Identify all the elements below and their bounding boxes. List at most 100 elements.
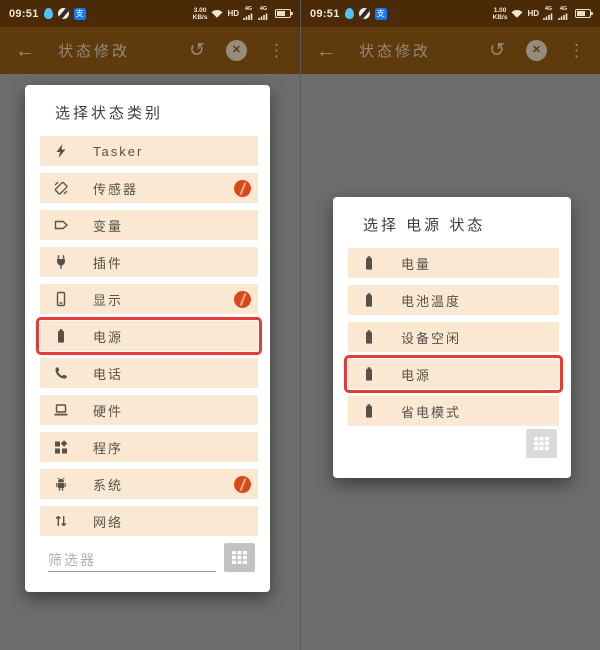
variable-tag-icon xyxy=(54,220,69,230)
laptop-icon xyxy=(54,404,68,416)
back-arrow-icon[interactable]: ← xyxy=(316,41,336,61)
network-arrows-icon xyxy=(55,515,67,527)
speed-unit: KB/s xyxy=(492,13,508,21)
list-item-system[interactable]: 系统 xyxy=(40,469,258,499)
list-item-sensor[interactable]: 传感器 xyxy=(40,173,258,203)
signal-sim1-icon: 4G xyxy=(543,6,554,20)
undo-icon[interactable]: ↺ xyxy=(189,41,205,60)
battery-status-icon xyxy=(575,9,593,18)
list-item-app[interactable]: 程序 xyxy=(40,432,258,462)
battery-icon xyxy=(366,330,372,344)
alipay-icon: 支 xyxy=(374,7,387,20)
screen-right: 09:51 支 1.00 KB/s HD 4G 4G ← 状态修改 ↺ ✕ ⋮ … xyxy=(300,0,600,650)
list-item-display[interactable]: 显示 xyxy=(40,284,258,314)
toolbar-actions: ↺ ✕ ⋮ xyxy=(489,40,585,61)
battery-status-icon xyxy=(275,9,293,18)
list-item-network[interactable]: 网络 xyxy=(40,506,258,536)
back-arrow-icon[interactable]: ← xyxy=(15,41,35,61)
close-circle-icon[interactable]: ✕ xyxy=(526,40,547,61)
list-item-label: 电源 xyxy=(401,367,432,383)
list-item-label: 硬件 xyxy=(93,403,124,419)
signal-sim2-icon: 4G xyxy=(258,6,269,20)
new-indicator-badge xyxy=(234,290,251,308)
status-bar: 09:51 支 3.00 KB/s HD 4G 4G xyxy=(0,0,300,27)
list-item-device-idle[interactable]: 设备空闲 xyxy=(348,322,559,352)
list-item-tasker[interactable]: Tasker xyxy=(40,136,258,166)
list-item-power[interactable]: 电源 xyxy=(344,355,563,393)
notification-circle-icon xyxy=(57,8,69,19)
alipay-icon: 支 xyxy=(73,7,86,20)
clock: 09:51 xyxy=(9,7,39,20)
list-item-label: 传感器 xyxy=(93,181,139,197)
category-list: Tasker 传感器 变量 插件 显示 电源 电话 硬件 程序 系统 网络 xyxy=(25,136,270,536)
state-category-dialog: 选择状态类别 Tasker 传感器 变量 插件 显示 电源 电话 硬件 程序 系… xyxy=(25,85,270,592)
filter-bar xyxy=(48,543,255,572)
list-item-label: 网络 xyxy=(93,514,124,530)
status-left-cluster: 09:51 支 xyxy=(310,7,387,20)
plug-icon xyxy=(57,255,65,269)
undo-icon[interactable]: ↺ xyxy=(489,41,505,60)
sensor-icon xyxy=(54,181,68,195)
battery-icon xyxy=(366,367,372,381)
notification-drop-icon xyxy=(344,8,354,19)
phone-handset-icon xyxy=(55,367,67,379)
list-item-plugin[interactable]: 插件 xyxy=(40,247,258,277)
battery-icon xyxy=(58,329,64,343)
filter-input[interactable] xyxy=(48,549,216,572)
wifi-icon xyxy=(211,9,223,18)
screenshot-stage: 09:51 支 3.00 KB/s HD 4G 4G ← 状态修改 ↺ ✕ ⋮ … xyxy=(0,0,600,650)
list-item-power[interactable]: 电源 xyxy=(36,317,262,355)
list-item-label: 电池温度 xyxy=(401,293,462,309)
list-item-label: 省电模式 xyxy=(401,404,462,420)
list-item-hardware[interactable]: 硬件 xyxy=(40,395,258,425)
android-icon xyxy=(56,477,66,491)
signal-sim2-icon: 4G xyxy=(558,6,569,20)
list-item-battery-temperature[interactable]: 电池温度 xyxy=(348,285,559,315)
dimmed-scrim: 选择状态类别 Tasker 传感器 变量 插件 显示 电源 电话 硬件 程序 系… xyxy=(0,74,300,650)
battery-icon xyxy=(366,256,372,270)
speed-value: 1.00 xyxy=(493,6,507,14)
list-item-variable[interactable]: 变量 xyxy=(40,210,258,240)
battery-icon xyxy=(366,293,372,307)
list-item-phone[interactable]: 电话 xyxy=(40,358,258,388)
screen-left: 09:51 支 3.00 KB/s HD 4G 4G ← 状态修改 ↺ ✕ ⋮ … xyxy=(0,0,300,650)
speed-unit: KB/s xyxy=(192,13,208,21)
list-item-label: 系统 xyxy=(93,477,124,493)
list-item-battery-level[interactable]: 电量 xyxy=(348,248,559,278)
list-item-label: 电话 xyxy=(93,366,124,382)
display-phone-icon xyxy=(56,291,66,307)
dialpad-icon[interactable] xyxy=(526,429,557,458)
list-item-label: 设备空闲 xyxy=(401,330,462,346)
status-right-cluster: 3.00 KB/s HD 4G 4G xyxy=(193,6,293,21)
signal-sim1-icon: 4G xyxy=(243,6,254,20)
battery-icon xyxy=(366,404,372,418)
wifi-icon xyxy=(511,9,523,18)
network-speed: 1.00 KB/s xyxy=(493,7,508,21)
network-speed: 3.00 KB/s xyxy=(193,7,208,21)
list-item-label: 程序 xyxy=(93,440,124,456)
list-item-label: 电源 xyxy=(93,329,124,345)
list-item-label: 电量 xyxy=(401,256,432,272)
status-left-cluster: 09:51 支 xyxy=(9,7,86,20)
dialog-title: 选择状态类别 xyxy=(55,105,164,122)
list-item-battery-saver[interactable]: 省电模式 xyxy=(348,396,559,426)
toolbar-title: 状态修改 xyxy=(359,43,432,60)
close-circle-icon[interactable]: ✕ xyxy=(226,40,247,61)
app-toolbar: ← 状态修改 ↺ ✕ ⋮ xyxy=(301,27,600,74)
status-right-cluster: 1.00 KB/s HD 4G 4G xyxy=(493,6,593,21)
power-state-dialog: 选择 电源 状态 电量 电池温度 设备空闲 电源 省电模式 xyxy=(333,197,571,478)
apps-grid-icon xyxy=(55,440,68,454)
overflow-menu-icon[interactable]: ⋮ xyxy=(268,42,285,59)
notification-circle-icon xyxy=(358,8,370,19)
toolbar-title: 状态修改 xyxy=(58,43,131,60)
dialpad-icon[interactable] xyxy=(224,543,255,572)
toolbar-actions: ↺ ✕ ⋮ xyxy=(189,40,285,61)
new-indicator-badge xyxy=(234,179,251,197)
dialog-title: 选择 电源 状态 xyxy=(363,217,486,234)
hd-call-icon: HD xyxy=(227,9,239,18)
power-state-list: 电量 电池温度 设备空闲 电源 省电模式 xyxy=(333,248,571,426)
new-indicator-badge xyxy=(234,475,251,493)
overflow-menu-icon[interactable]: ⋮ xyxy=(568,42,585,59)
app-toolbar: ← 状态修改 ↺ ✕ ⋮ xyxy=(0,27,300,74)
status-bar: 09:51 支 1.00 KB/s HD 4G 4G xyxy=(301,0,600,27)
